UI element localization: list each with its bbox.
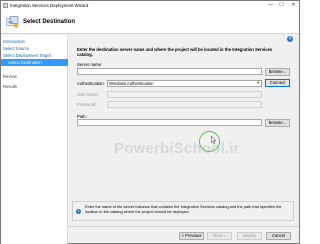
user-name-label: User name: <box>77 92 99 97</box>
sidebar-item-select-deployment-target[interactable]: Select Deployment Target <box>1 52 68 59</box>
info-icon: i <box>76 209 81 214</box>
deploy-button[interactable]: Deploy <box>237 232 262 240</box>
deploy-wizard-icon <box>6 16 19 28</box>
server-name-label: Server name: <box>77 62 103 67</box>
info-panel: i Enter the name of the server instance … <box>72 201 294 221</box>
sidebar-item-review: Review <box>3 74 17 79</box>
mouse-cursor-icon <box>211 136 217 144</box>
sidebar-item-introduction[interactable]: Introduction <box>1 38 68 45</box>
connect-button[interactable]: Connect <box>265 79 290 87</box>
window-title: Integration Services Deployment Wizard <box>10 2 89 8</box>
maximize-button[interactable]: ☐ <box>276 1 287 10</box>
footer-divider <box>68 226 299 227</box>
sidebar-item-results: Results <box>3 84 17 89</box>
authentication-value: Windows Authentication <box>109 81 154 86</box>
next-button[interactable]: Next > <box>207 232 232 240</box>
page-title: Select Destination <box>23 19 76 25</box>
authentication-label: Authentication: <box>77 81 105 86</box>
previous-button[interactable]: < Previous <box>179 232 204 240</box>
user-name-input <box>107 91 262 98</box>
path-browse-button[interactable]: Browse... <box>265 119 290 127</box>
info-text: Enter the name of the server instance th… <box>85 204 282 214</box>
server-name-input[interactable] <box>77 68 262 75</box>
app-icon <box>3 3 8 8</box>
path-input[interactable] <box>77 119 262 126</box>
help-icon[interactable]: ? <box>287 36 293 42</box>
close-button[interactable]: ✕ <box>288 1 299 10</box>
cancel-button[interactable]: Cancel <box>266 232 291 240</box>
password-input <box>107 101 262 108</box>
password-label: Password: <box>77 102 97 107</box>
authentication-select[interactable]: Windows Authentication ▼ <box>107 80 262 87</box>
sidebar-item-select-destination[interactable]: Select Destination <box>1 59 68 66</box>
wizard-sidebar: Introduction Select Source Select Deploy… <box>1 35 68 244</box>
watermark-text: PowerbiSchool.ir <box>114 140 240 157</box>
wizard-window: Integration Services Deployment Wizard —… <box>0 0 300 244</box>
minimize-button[interactable]: — <box>265 1 276 10</box>
intro-text: Enter the destination server name and wh… <box>77 47 273 58</box>
server-browse-button[interactable]: Browse... <box>265 68 290 76</box>
sidebar-item-select-source[interactable]: Select Source <box>1 45 68 52</box>
chevron-down-icon: ▼ <box>256 81 260 85</box>
wizard-header: Select Destination <box>1 10 299 34</box>
title-bar: Integration Services Deployment Wizard —… <box>1 1 299 10</box>
